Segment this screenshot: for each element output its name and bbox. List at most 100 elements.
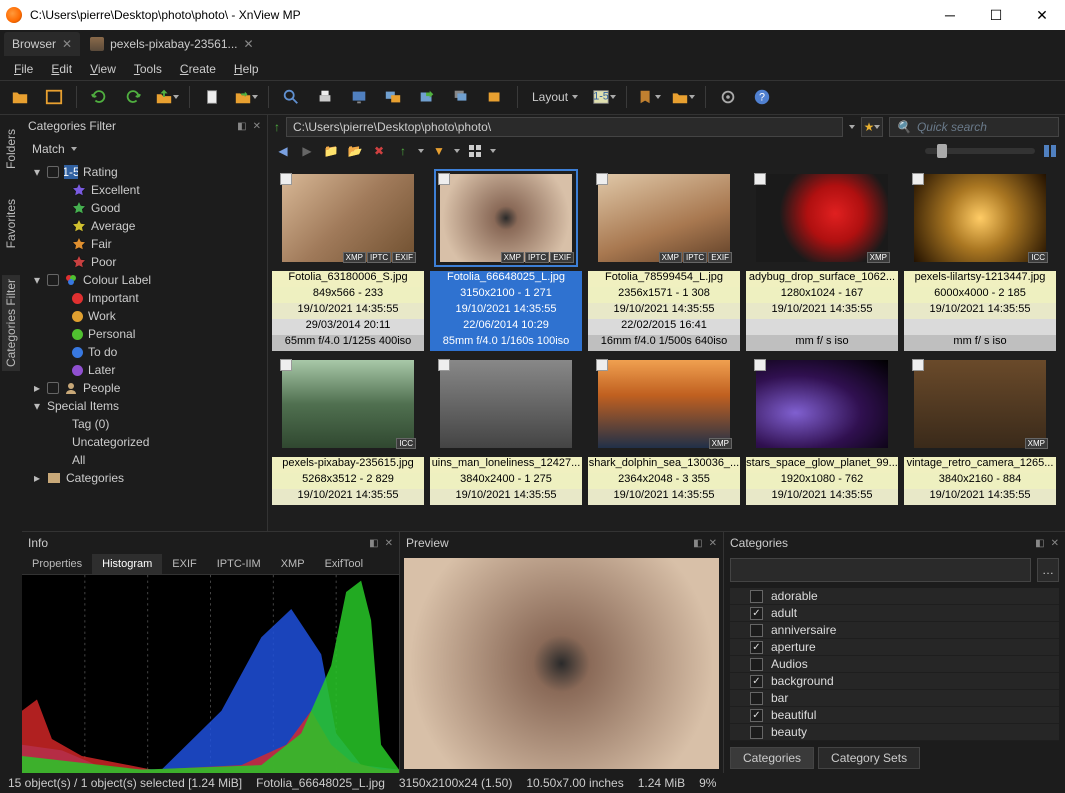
sort-icon[interactable]: 1-5 <box>592 85 616 109</box>
thumbnail-card[interactable]: XMPIPTCEXIF Fotolia_66648025_L.jpg 3150x… <box>430 165 582 351</box>
select-checkbox[interactable] <box>438 359 450 371</box>
monitor-icon[interactable] <box>347 85 371 109</box>
category-item[interactable]: beauty <box>730 724 1059 741</box>
favorite-path-button[interactable]: ★ <box>861 117 883 137</box>
new-folder-icon[interactable]: 📂 <box>346 142 364 160</box>
print-icon[interactable] <box>313 85 337 109</box>
up-arrow-icon[interactable]: ↑ <box>274 120 280 134</box>
minimize-button[interactable]: ─ <box>927 0 973 30</box>
undock-icon[interactable]: ◧ <box>1035 538 1044 549</box>
info-tab[interactable]: EXIF <box>162 554 206 574</box>
close-icon[interactable]: ✕ <box>709 538 717 549</box>
tab-category-sets[interactable]: Category Sets <box>818 747 920 769</box>
tree-item[interactable]: Good <box>28 199 261 217</box>
forward-icon[interactable]: ▶ <box>298 142 316 160</box>
select-checkbox[interactable] <box>596 173 608 185</box>
thumbnail-card[interactable]: XMP shark_dolphin_sea_130036_... 2364x20… <box>588 351 740 505</box>
tab-categories[interactable]: Categories <box>730 747 814 769</box>
thumbnail-card[interactable]: stars_space_glow_planet_99... 1920x1080 … <box>746 351 898 505</box>
undock-icon[interactable]: ◧ <box>693 538 702 549</box>
category-item[interactable]: ✓ beautiful <box>730 707 1059 724</box>
thumbnail-card[interactable]: uins_man_loneliness_12427... 3840x2400 -… <box>430 351 582 505</box>
select-checkbox[interactable] <box>912 173 924 185</box>
category-checkbox[interactable] <box>750 590 763 603</box>
tree-item[interactable]: Excellent <box>28 181 261 199</box>
up-folder-icon[interactable] <box>155 85 179 109</box>
tree-item[interactable]: Personal <box>28 325 261 343</box>
menu-help[interactable]: Help <box>226 60 267 78</box>
category-checkbox[interactable]: ✓ <box>750 675 763 688</box>
category-item[interactable]: ✓ aperture <box>730 639 1059 656</box>
category-item[interactable]: anniversaire <box>730 622 1059 639</box>
undock-icon[interactable]: ◧ <box>237 121 246 132</box>
info-tab[interactable]: XMP <box>271 554 315 574</box>
tree-item[interactable]: Later <box>28 361 261 379</box>
close-icon[interactable]: ✕ <box>253 121 261 132</box>
info-tab[interactable]: IPTC-IIM <box>207 554 271 574</box>
convert-image-icon[interactable] <box>381 85 405 109</box>
side-tab-categories-filter[interactable]: Categories Filter <box>2 275 20 371</box>
search-icon[interactable] <box>279 85 303 109</box>
select-checkbox[interactable] <box>912 359 924 371</box>
category-item[interactable]: ✓ background <box>730 673 1059 690</box>
category-item[interactable]: adorable <box>730 588 1059 605</box>
category-item[interactable]: bar <box>730 690 1059 707</box>
tree-item[interactable]: Work <box>28 307 261 325</box>
menu-tools[interactable]: Tools <box>126 60 170 78</box>
tree-item-categories[interactable]: ▸Categories <box>28 469 261 487</box>
undock-icon[interactable]: ◧ <box>369 538 378 549</box>
copy-icon[interactable] <box>200 85 224 109</box>
tree-item[interactable]: To do <box>28 343 261 361</box>
select-checkbox[interactable] <box>754 173 766 185</box>
tree-item[interactable]: Poor <box>28 253 261 271</box>
checkbox-icon[interactable] <box>47 274 59 286</box>
tree-item-people[interactable]: ▸People <box>28 379 261 397</box>
thumbnail-card[interactable]: XMPIPTCEXIF Fotolia_78599454_L.jpg 2356x… <box>588 165 740 351</box>
category-checkbox[interactable] <box>750 658 763 671</box>
thumbnail-size-slider[interactable] <box>925 148 1035 154</box>
category-item[interactable]: Audios <box>730 656 1059 673</box>
menu-view[interactable]: View <box>82 60 124 78</box>
view-mode-icon[interactable] <box>466 142 484 160</box>
preview-image[interactable] <box>404 558 719 769</box>
refresh-cw-icon[interactable] <box>121 85 145 109</box>
path-history-dropdown[interactable] <box>849 125 855 129</box>
fullscreen-icon[interactable] <box>42 85 66 109</box>
edit-image-icon[interactable] <box>483 85 507 109</box>
tree-item[interactable]: Fair <box>28 235 261 253</box>
tree-item[interactable]: Average <box>28 217 261 235</box>
category-search-input[interactable] <box>730 558 1031 582</box>
info-tab[interactable]: ExifTool <box>315 554 374 574</box>
category-checkbox[interactable]: ✓ <box>750 709 763 722</box>
select-checkbox[interactable] <box>438 173 450 185</box>
thumbnail-card[interactable]: ICC pexels-pixabay-235615.jpg 5268x3512 … <box>272 351 424 505</box>
export-image-icon[interactable] <box>415 85 439 109</box>
close-icon[interactable]: ✕ <box>62 37 72 51</box>
stacked-images-icon[interactable] <box>449 85 473 109</box>
info-tab[interactable]: Histogram <box>92 554 162 574</box>
refresh-ccw-icon[interactable] <box>87 85 111 109</box>
tree-item-colour-label[interactable]: ▾Colour Label <box>28 271 261 289</box>
close-button[interactable]: ✕ <box>1019 0 1065 30</box>
thumbnail-card[interactable]: XMP vintage_retro_camera_1265... 3840x21… <box>904 351 1056 505</box>
tree-item-special[interactable]: ▾Special Items <box>28 397 261 415</box>
checkbox-icon[interactable] <box>47 166 59 178</box>
category-checkbox[interactable] <box>750 692 763 705</box>
tree-item[interactable]: All <box>28 451 261 469</box>
tree-item-rating[interactable]: ▾1-5Rating <box>28 163 261 181</box>
side-tab-folders[interactable]: Folders <box>2 125 20 173</box>
select-checkbox[interactable] <box>280 173 292 185</box>
tag-folder-icon[interactable] <box>671 85 695 109</box>
checkbox-icon[interactable] <box>47 382 59 394</box>
select-checkbox[interactable] <box>596 359 608 371</box>
category-item[interactable]: ✓ adult <box>730 605 1059 622</box>
close-icon[interactable]: ✕ <box>385 538 393 549</box>
category-checkbox[interactable] <box>750 624 763 637</box>
tab-browser[interactable]: Browser ✕ <box>4 32 80 56</box>
more-options-button[interactable]: … <box>1037 558 1059 582</box>
close-icon[interactable]: ✕ <box>244 37 254 51</box>
settings-icon[interactable] <box>716 85 740 109</box>
tree-item[interactable]: Important <box>28 289 261 307</box>
delete-icon[interactable]: ✖ <box>370 142 388 160</box>
toggle-panel-icon[interactable] <box>1041 142 1059 160</box>
